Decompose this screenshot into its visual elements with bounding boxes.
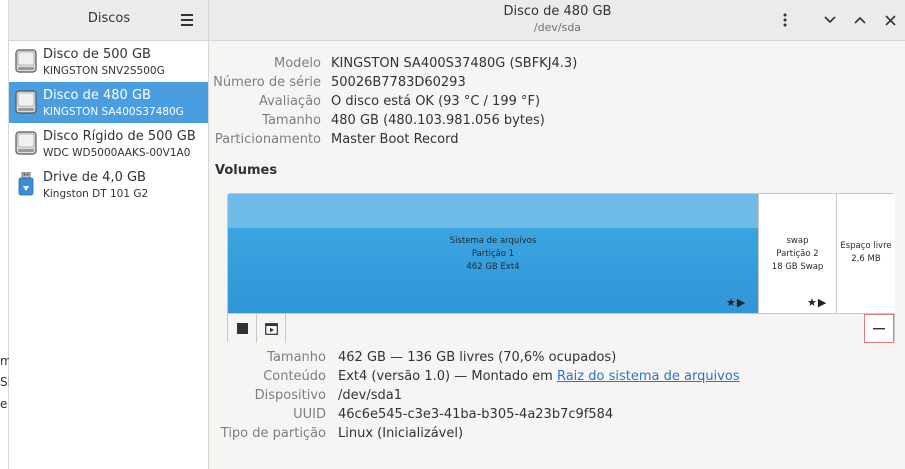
mounted-star-icon: ★▶: [726, 296, 747, 309]
partition-options-button[interactable]: [257, 314, 286, 343]
sidebar-item-disk-480gb[interactable]: Disco de 480 GB KINGSTON SA400S37480G: [9, 82, 208, 123]
hamburger-menu-button[interactable]: [176, 10, 198, 30]
info-value: Ext4 (versão 1.0) — Montado em Raiz do s…: [338, 369, 740, 384]
disk-name: Drive de 4,0 GB: [43, 170, 146, 185]
partition-label: Espaço livre 2,6 MB: [840, 241, 892, 264]
disk-name: Disco Rígido de 500 GB: [43, 129, 196, 144]
mount-point-link[interactable]: Raiz do sistema de arquivos: [557, 369, 740, 384]
content-text: Ext4 (versão 1.0) — Montado em: [338, 369, 553, 384]
drive-harddisk-icon: [15, 131, 37, 155]
usb-drive-icon: [18, 172, 34, 196]
volume-details: Tamanho 462 GB — 136 GB livres (70,6% oc…: [209, 350, 809, 445]
disk-model: Kingston DT 101 G2: [43, 188, 149, 200]
info-row-model: Modelo KINGSTON SA400S37480G (SBFKJ4.3): [209, 56, 577, 75]
window-title: Disco de 480 GB: [503, 4, 612, 19]
background-text: e: [0, 397, 8, 411]
unmount-button[interactable]: [228, 314, 257, 343]
info-label: Número de série: [213, 75, 321, 90]
info-value: 462 GB — 136 GB livres (70,6% ocupados): [338, 350, 617, 365]
info-value: KINGSTON SA400S37480G (SBFKJ4.3): [331, 56, 578, 71]
disks-window: Discos Disco de 500 GB KINGSTON SNV2S500…: [9, 0, 905, 469]
disk-name: Disco de 480 GB: [43, 88, 151, 103]
vinfo-row-content: Conteúdo Ext4 (versão 1.0) — Montado em …: [209, 369, 809, 388]
info-label: Particionamento: [214, 132, 321, 147]
drive-harddisk-icon: [15, 49, 37, 73]
close-icon: [884, 14, 896, 26]
window-subtitle: /dev/sda: [533, 21, 582, 34]
info-value: 46c6e545-c3e3-41ba-b305-4a23b7c9f584: [338, 407, 614, 422]
disk-name: Disco de 500 GB: [43, 47, 151, 62]
info-label: Tamanho: [262, 113, 321, 128]
info-label: Dispositivo: [254, 388, 326, 403]
sidebar-item-usb-4gb[interactable]: Drive de 4,0 GB Kingston DT 101 G2: [9, 164, 208, 205]
close-button[interactable]: [878, 9, 902, 31]
disk-model: WDC WD5000AAKS-00V1A0: [43, 147, 191, 159]
info-value: Linux (Inicializável): [338, 426, 464, 441]
chevron-down-icon: [824, 16, 836, 24]
sidebar: Discos Disco de 500 GB KINGSTON SNV2S500…: [9, 0, 209, 469]
drive-harddisk-icon: [15, 90, 37, 114]
info-value: /dev/sda1: [338, 388, 402, 403]
header-bar: Disco de 480 GB /dev/sda: [209, 0, 905, 41]
volume-map: Sistema de arquivos Partição 1 462 GB Ex…: [227, 193, 895, 343]
disk-info: Modelo KINGSTON SA400S37480G (SBFKJ4.3) …: [209, 56, 577, 151]
volume-toolbar: [228, 313, 894, 343]
hamburger-icon: [181, 14, 193, 16]
vinfo-row-partition-type: Tipo de partição Linux (Inicializável): [209, 426, 809, 445]
info-row-size: Tamanho 480 GB (480.103.981.056 bytes): [209, 113, 549, 132]
maximize-button[interactable]: [848, 9, 872, 31]
info-row-serial: Número de série 50026B7783D60293: [209, 75, 549, 94]
minus-icon: [873, 327, 885, 329]
settings-icon: [264, 322, 278, 335]
vinfo-row-uuid: UUID 46c6e545-c3e3-41ba-b305-4a23b7c9f58…: [209, 407, 809, 426]
chevron-up-icon: [854, 16, 866, 24]
disk-model: KINGSTON SA400S37480G: [43, 106, 184, 118]
info-value: 480 GB (480.103.981.056 bytes): [331, 113, 545, 128]
info-value: Master Boot Record: [331, 132, 459, 147]
info-value: O disco está OK (93 °C / 199 °F): [331, 94, 541, 109]
delete-partition-button[interactable]: [864, 314, 894, 343]
info-label: Tamanho: [267, 350, 326, 365]
stop-icon: [236, 323, 248, 334]
info-value: 50026B7783D60293: [331, 75, 466, 90]
active-star-icon: ★▶: [807, 296, 828, 309]
info-label: Modelo: [274, 56, 321, 71]
sidebar-item-disk-wd-500gb[interactable]: Disco Rígido de 500 GB WDC WD5000AAKS-00…: [9, 123, 208, 164]
info-label: UUID: [293, 407, 326, 422]
minimize-button[interactable]: [818, 9, 842, 31]
vinfo-row-device: Dispositivo /dev/sda1: [209, 388, 809, 407]
sidebar-item-disk-500gb[interactable]: Disco de 500 GB KINGSTON SNV2S500G: [9, 41, 208, 82]
disk-model: KINGSTON SNV2S500G: [43, 65, 165, 77]
info-row-partitioning: Particionamento Master Boot Record: [209, 132, 549, 151]
info-label: Conteúdo: [263, 369, 326, 384]
kebab-menu-button[interactable]: [773, 9, 797, 31]
background-window: m SE e: [0, 0, 15, 469]
info-label: Tipo de partição: [220, 426, 326, 441]
partition-label: Sistema de arquivos Partição 1 462 GB Ex…: [449, 236, 537, 272]
partition-label: swap Partição 2 18 GB Swap: [771, 236, 824, 272]
kebab-menu-icon: [783, 13, 787, 27]
info-row-assessment: Avaliação O disco está OK (93 °C / 199 °…: [209, 94, 549, 113]
info-label: Avaliação: [258, 94, 321, 109]
volumes-heading: Volumes: [215, 163, 278, 178]
sidebar-header: Discos: [9, 0, 208, 41]
partition-2-block[interactable]: swap Partição 2 18 GB Swap ★▶: [758, 194, 836, 313]
free-space-block[interactable]: Espaço livre 2,6 MB: [836, 194, 895, 313]
vinfo-row-size: Tamanho 462 GB — 136 GB livres (70,6% oc…: [209, 350, 809, 369]
partition-1-block[interactable]: Sistema de arquivos Partição 1 462 GB Ex…: [228, 194, 758, 313]
